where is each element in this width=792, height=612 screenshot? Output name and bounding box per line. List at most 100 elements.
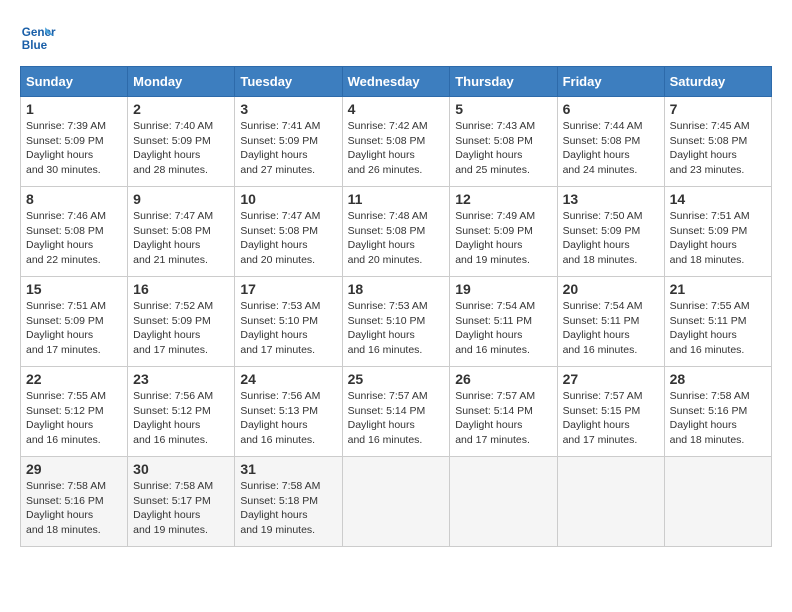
day-detail: Sunrise: 7:47 AMSunset: 5:08 PMDaylight … bbox=[133, 210, 213, 266]
calendar-cell: 21 Sunrise: 7:55 AMSunset: 5:11 PMDaylig… bbox=[664, 277, 771, 367]
day-detail: Sunrise: 7:54 AMSunset: 5:11 PMDaylight … bbox=[455, 300, 535, 356]
day-number: 11 bbox=[348, 191, 445, 207]
calendar-cell: 26 Sunrise: 7:57 AMSunset: 5:14 PMDaylig… bbox=[450, 367, 557, 457]
day-number: 22 bbox=[26, 371, 122, 387]
day-detail: Sunrise: 7:47 AMSunset: 5:08 PMDaylight … bbox=[240, 210, 320, 266]
logo: General Blue bbox=[20, 20, 56, 56]
day-detail: Sunrise: 7:53 AMSunset: 5:10 PMDaylight … bbox=[348, 300, 428, 356]
day-detail: Sunrise: 7:57 AMSunset: 5:14 PMDaylight … bbox=[455, 390, 535, 446]
calendar-cell: 9 Sunrise: 7:47 AMSunset: 5:08 PMDayligh… bbox=[128, 187, 235, 277]
day-number: 5 bbox=[455, 101, 551, 117]
day-number: 26 bbox=[455, 371, 551, 387]
calendar-cell bbox=[450, 457, 557, 547]
day-number: 27 bbox=[563, 371, 659, 387]
calendar-cell: 16 Sunrise: 7:52 AMSunset: 5:09 PMDaylig… bbox=[128, 277, 235, 367]
day-header-monday: Monday bbox=[128, 67, 235, 97]
day-detail: Sunrise: 7:40 AMSunset: 5:09 PMDaylight … bbox=[133, 120, 213, 176]
day-detail: Sunrise: 7:42 AMSunset: 5:08 PMDaylight … bbox=[348, 120, 428, 176]
day-detail: Sunrise: 7:44 AMSunset: 5:08 PMDaylight … bbox=[563, 120, 643, 176]
day-detail: Sunrise: 7:58 AMSunset: 5:17 PMDaylight … bbox=[133, 480, 213, 536]
calendar-cell: 18 Sunrise: 7:53 AMSunset: 5:10 PMDaylig… bbox=[342, 277, 450, 367]
calendar-cell: 19 Sunrise: 7:54 AMSunset: 5:11 PMDaylig… bbox=[450, 277, 557, 367]
calendar-cell: 13 Sunrise: 7:50 AMSunset: 5:09 PMDaylig… bbox=[557, 187, 664, 277]
calendar-cell: 2 Sunrise: 7:40 AMSunset: 5:09 PMDayligh… bbox=[128, 97, 235, 187]
day-number: 9 bbox=[133, 191, 229, 207]
calendar-cell: 31 Sunrise: 7:58 AMSunset: 5:18 PMDaylig… bbox=[235, 457, 342, 547]
calendar-cell bbox=[342, 457, 450, 547]
page-header: General Blue bbox=[20, 20, 772, 56]
day-number: 13 bbox=[563, 191, 659, 207]
day-number: 23 bbox=[133, 371, 229, 387]
calendar-cell: 23 Sunrise: 7:56 AMSunset: 5:12 PMDaylig… bbox=[128, 367, 235, 457]
day-number: 14 bbox=[670, 191, 766, 207]
day-number: 31 bbox=[240, 461, 336, 477]
day-number: 29 bbox=[26, 461, 122, 477]
day-detail: Sunrise: 7:51 AMSunset: 5:09 PMDaylight … bbox=[670, 210, 750, 266]
calendar-cell: 8 Sunrise: 7:46 AMSunset: 5:08 PMDayligh… bbox=[21, 187, 128, 277]
calendar-cell: 17 Sunrise: 7:53 AMSunset: 5:10 PMDaylig… bbox=[235, 277, 342, 367]
day-detail: Sunrise: 7:53 AMSunset: 5:10 PMDaylight … bbox=[240, 300, 320, 356]
calendar-cell bbox=[664, 457, 771, 547]
calendar-cell: 11 Sunrise: 7:48 AMSunset: 5:08 PMDaylig… bbox=[342, 187, 450, 277]
calendar-cell: 15 Sunrise: 7:51 AMSunset: 5:09 PMDaylig… bbox=[21, 277, 128, 367]
day-number: 30 bbox=[133, 461, 229, 477]
day-number: 6 bbox=[563, 101, 659, 117]
calendar-week-1: 1 Sunrise: 7:39 AMSunset: 5:09 PMDayligh… bbox=[21, 97, 772, 187]
day-detail: Sunrise: 7:56 AMSunset: 5:12 PMDaylight … bbox=[133, 390, 213, 446]
calendar-cell: 3 Sunrise: 7:41 AMSunset: 5:09 PMDayligh… bbox=[235, 97, 342, 187]
day-detail: Sunrise: 7:57 AMSunset: 5:14 PMDaylight … bbox=[348, 390, 428, 446]
calendar-cell: 24 Sunrise: 7:56 AMSunset: 5:13 PMDaylig… bbox=[235, 367, 342, 457]
calendar-cell: 12 Sunrise: 7:49 AMSunset: 5:09 PMDaylig… bbox=[450, 187, 557, 277]
calendar-cell: 7 Sunrise: 7:45 AMSunset: 5:08 PMDayligh… bbox=[664, 97, 771, 187]
day-detail: Sunrise: 7:55 AMSunset: 5:11 PMDaylight … bbox=[670, 300, 750, 356]
day-detail: Sunrise: 7:56 AMSunset: 5:13 PMDaylight … bbox=[240, 390, 320, 446]
day-number: 20 bbox=[563, 281, 659, 297]
svg-text:General: General bbox=[22, 26, 56, 39]
calendar-cell: 27 Sunrise: 7:57 AMSunset: 5:15 PMDaylig… bbox=[557, 367, 664, 457]
calendar-week-5: 29 Sunrise: 7:58 AMSunset: 5:16 PMDaylig… bbox=[21, 457, 772, 547]
logo-icon: General Blue bbox=[20, 20, 56, 56]
day-number: 19 bbox=[455, 281, 551, 297]
day-number: 15 bbox=[26, 281, 122, 297]
day-detail: Sunrise: 7:55 AMSunset: 5:12 PMDaylight … bbox=[26, 390, 106, 446]
day-detail: Sunrise: 7:57 AMSunset: 5:15 PMDaylight … bbox=[563, 390, 643, 446]
day-header-thursday: Thursday bbox=[450, 67, 557, 97]
day-number: 17 bbox=[240, 281, 336, 297]
day-detail: Sunrise: 7:52 AMSunset: 5:09 PMDaylight … bbox=[133, 300, 213, 356]
calendar-cell: 28 Sunrise: 7:58 AMSunset: 5:16 PMDaylig… bbox=[664, 367, 771, 457]
day-detail: Sunrise: 7:45 AMSunset: 5:08 PMDaylight … bbox=[670, 120, 750, 176]
calendar-cell: 30 Sunrise: 7:58 AMSunset: 5:17 PMDaylig… bbox=[128, 457, 235, 547]
day-detail: Sunrise: 7:41 AMSunset: 5:09 PMDaylight … bbox=[240, 120, 320, 176]
day-number: 7 bbox=[670, 101, 766, 117]
day-detail: Sunrise: 7:51 AMSunset: 5:09 PMDaylight … bbox=[26, 300, 106, 356]
calendar-cell: 5 Sunrise: 7:43 AMSunset: 5:08 PMDayligh… bbox=[450, 97, 557, 187]
calendar-cell: 22 Sunrise: 7:55 AMSunset: 5:12 PMDaylig… bbox=[21, 367, 128, 457]
calendar-cell: 20 Sunrise: 7:54 AMSunset: 5:11 PMDaylig… bbox=[557, 277, 664, 367]
day-number: 12 bbox=[455, 191, 551, 207]
day-detail: Sunrise: 7:58 AMSunset: 5:16 PMDaylight … bbox=[670, 390, 750, 446]
calendar-cell bbox=[557, 457, 664, 547]
calendar-cell: 10 Sunrise: 7:47 AMSunset: 5:08 PMDaylig… bbox=[235, 187, 342, 277]
day-number: 28 bbox=[670, 371, 766, 387]
day-detail: Sunrise: 7:39 AMSunset: 5:09 PMDaylight … bbox=[26, 120, 106, 176]
day-number: 24 bbox=[240, 371, 336, 387]
calendar-cell: 1 Sunrise: 7:39 AMSunset: 5:09 PMDayligh… bbox=[21, 97, 128, 187]
calendar-cell: 6 Sunrise: 7:44 AMSunset: 5:08 PMDayligh… bbox=[557, 97, 664, 187]
calendar-cell: 29 Sunrise: 7:58 AMSunset: 5:16 PMDaylig… bbox=[21, 457, 128, 547]
day-header-friday: Friday bbox=[557, 67, 664, 97]
day-number: 4 bbox=[348, 101, 445, 117]
calendar-table: SundayMondayTuesdayWednesdayThursdayFrid… bbox=[20, 66, 772, 547]
day-number: 25 bbox=[348, 371, 445, 387]
day-detail: Sunrise: 7:46 AMSunset: 5:08 PMDaylight … bbox=[26, 210, 106, 266]
day-number: 8 bbox=[26, 191, 122, 207]
calendar-cell: 4 Sunrise: 7:42 AMSunset: 5:08 PMDayligh… bbox=[342, 97, 450, 187]
day-header-saturday: Saturday bbox=[664, 67, 771, 97]
day-detail: Sunrise: 7:48 AMSunset: 5:08 PMDaylight … bbox=[348, 210, 428, 266]
calendar-week-3: 15 Sunrise: 7:51 AMSunset: 5:09 PMDaylig… bbox=[21, 277, 772, 367]
calendar-cell: 14 Sunrise: 7:51 AMSunset: 5:09 PMDaylig… bbox=[664, 187, 771, 277]
day-header-sunday: Sunday bbox=[21, 67, 128, 97]
calendar-cell: 25 Sunrise: 7:57 AMSunset: 5:14 PMDaylig… bbox=[342, 367, 450, 457]
day-detail: Sunrise: 7:58 AMSunset: 5:18 PMDaylight … bbox=[240, 480, 320, 536]
day-detail: Sunrise: 7:49 AMSunset: 5:09 PMDaylight … bbox=[455, 210, 535, 266]
day-number: 3 bbox=[240, 101, 336, 117]
